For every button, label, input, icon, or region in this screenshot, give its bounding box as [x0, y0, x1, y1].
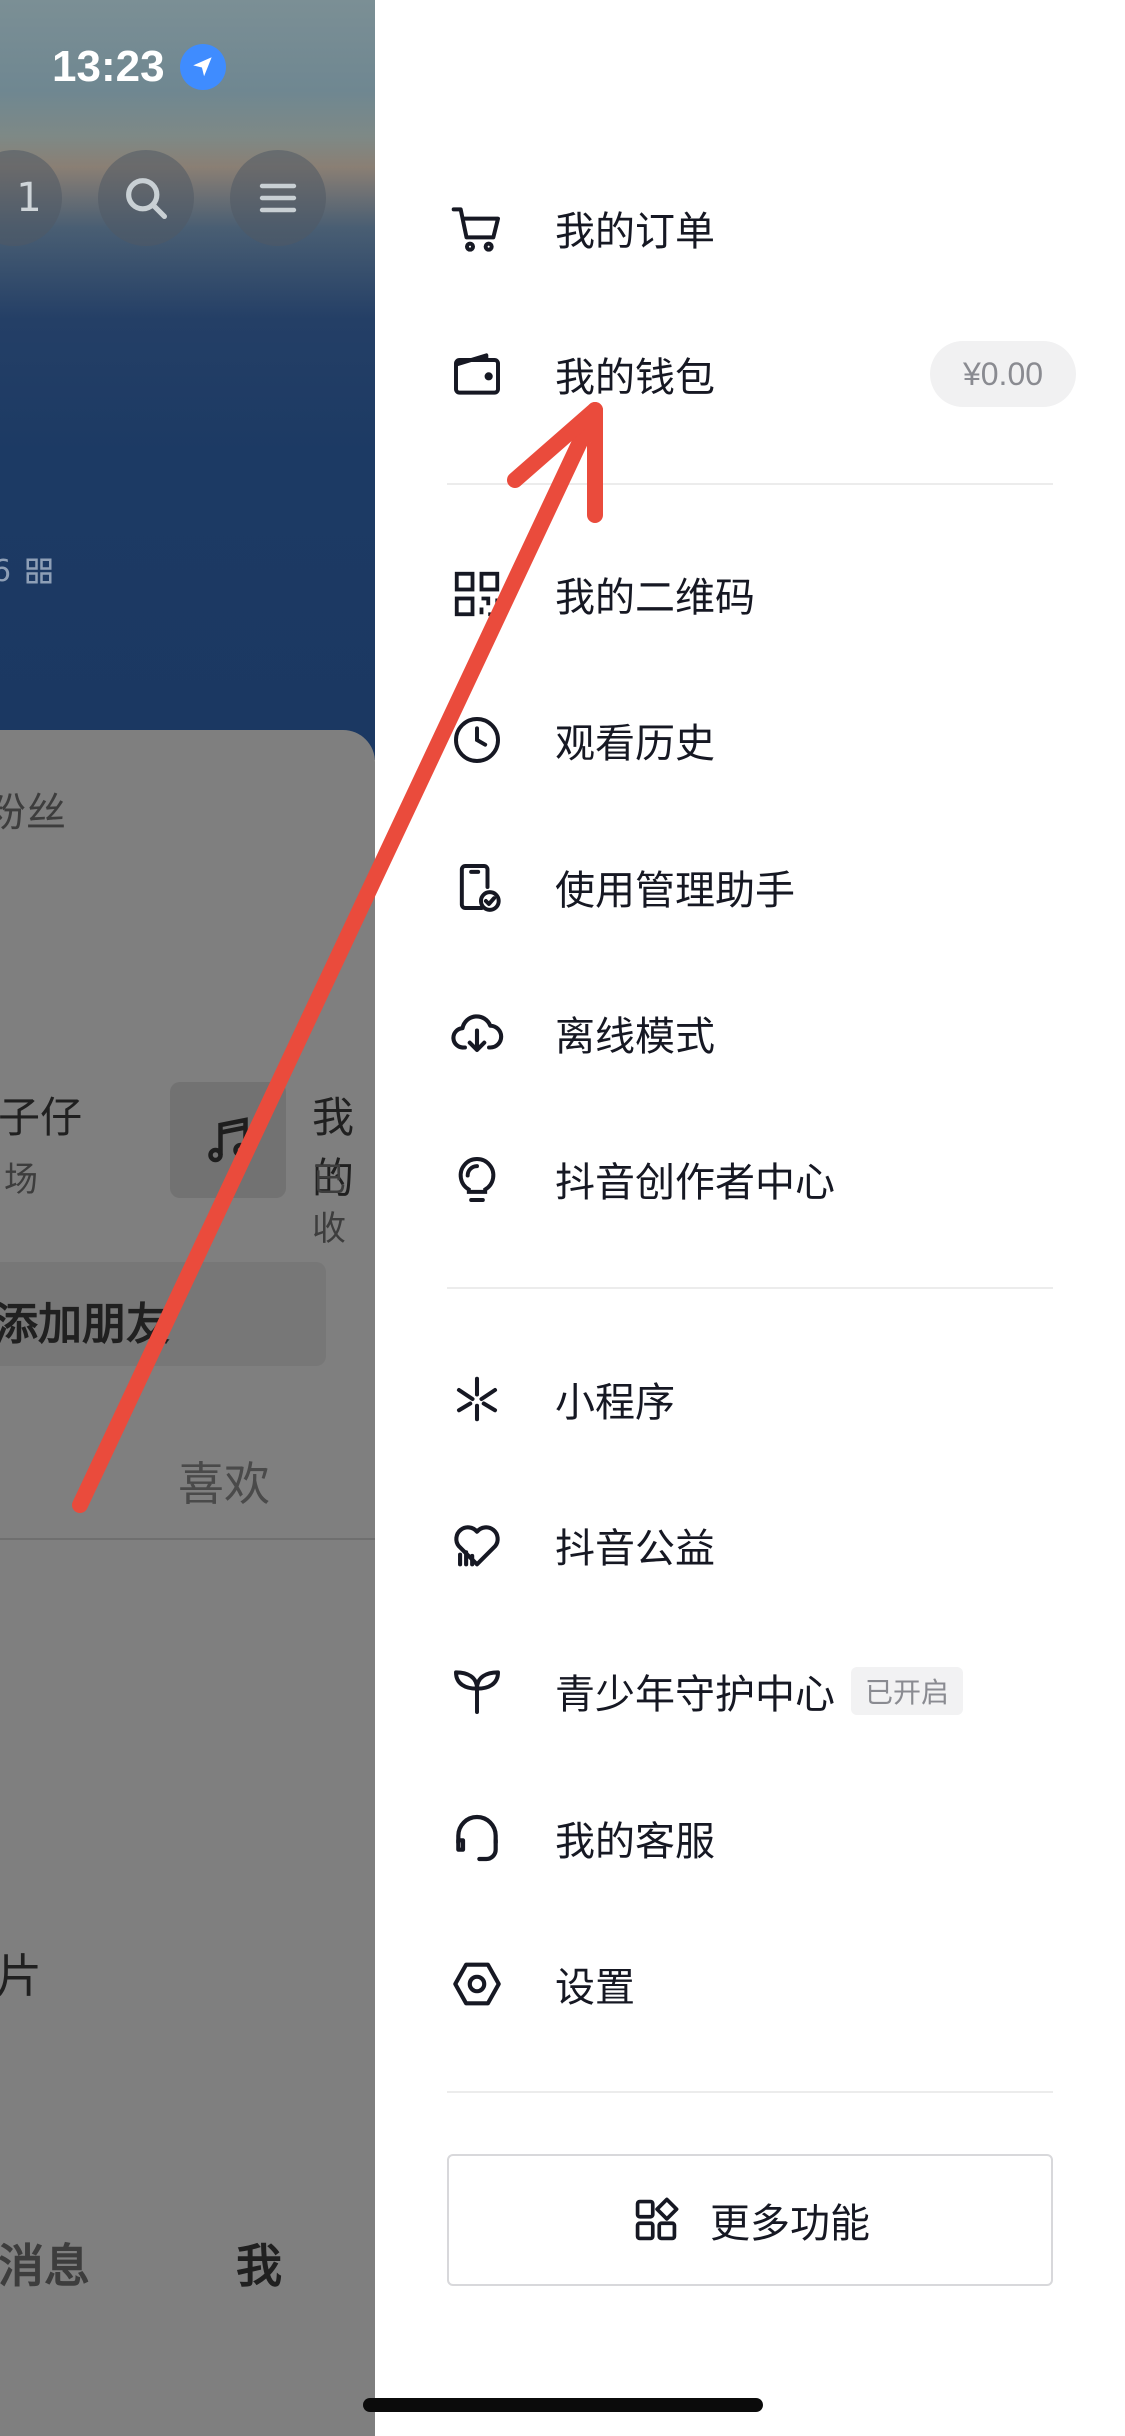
fans-label: 粉丝 [0, 790, 66, 836]
location-icon [180, 44, 226, 90]
heart-charity-icon [447, 1515, 507, 1575]
more-features-label: 更多功能 [710, 2201, 870, 2247]
menu-label: 我的订单 [555, 209, 715, 255]
clock-icon [447, 710, 507, 770]
mini-program-icon [447, 1369, 507, 1429]
menu-item-usage-manager[interactable]: 使用管理助手 [447, 839, 1077, 935]
profile-header-bg [0, 0, 375, 760]
menu-label: 抖音公益 [555, 1526, 715, 1572]
cloud-download-icon [447, 1003, 507, 1063]
qrcode-icon [447, 564, 507, 624]
nav-messages[interactable]: 消息 [0, 2230, 90, 2296]
menu-button[interactable] [230, 150, 326, 246]
menu-label: 抖音创作者中心 [555, 1160, 835, 1206]
divider [447, 483, 1053, 485]
menu-label: 青少年守护中心 [555, 1672, 835, 1718]
menu-item-qrcode[interactable]: 我的二维码 [447, 546, 1077, 642]
add-friend-label: 添加朋友 [0, 1299, 170, 1350]
menu-label: 小程序 [555, 1380, 675, 1426]
qr-small-icon [26, 558, 52, 584]
photos-fragment: 片 [0, 1949, 42, 2003]
home-indicator [363, 2398, 763, 2412]
tab-divider [0, 1538, 375, 1540]
tab-likes[interactable]: 喜欢 [178, 1448, 270, 1514]
menu-label: 观看历史 [555, 721, 715, 767]
sprout-icon [447, 1661, 507, 1721]
wallet-balance-badge: ¥0.00 [930, 341, 1076, 407]
menu-item-offline-mode[interactable]: 离线模式 [447, 985, 1077, 1081]
hexagon-settings-icon [447, 1954, 507, 2014]
lightbulb-icon [447, 1149, 507, 1209]
youth-mode-status-badge: 已开启 [851, 1667, 964, 1715]
user-sub-fragment: 场 [4, 1160, 38, 1200]
menu-item-youth-guardian[interactable]: 青少年守护中心 已开启 [447, 1643, 1077, 1739]
visitor-count: 1 [16, 175, 42, 221]
nav-me[interactable]: 我 [236, 2230, 282, 2296]
search-icon [126, 178, 168, 220]
menu-item-history[interactable]: 观看历史 [447, 692, 1077, 788]
profile-background: 13:23 1 6 粉丝 子仔 场 我的 已收 添加朋友 喜欢 片 消息 我 [0, 0, 375, 2436]
menu-item-mini-programs[interactable]: 小程序 [447, 1351, 1077, 1447]
profile-id-fragment: 6 [0, 554, 12, 589]
menu-label: 使用管理助手 [555, 868, 795, 914]
menu-item-charity[interactable]: 抖音公益 [447, 1497, 1077, 1593]
menu-label: 设置 [555, 1965, 635, 2011]
divider [447, 2091, 1053, 2093]
more-features-button[interactable]: 更多功能 [447, 2154, 1053, 2286]
user-name-fragment: 子仔 [0, 1093, 83, 1142]
add-friend-button[interactable]: 添加朋友 [0, 1262, 326, 1366]
menu-item-orders[interactable]: 我的订单 [447, 180, 1077, 276]
music-collection-tile[interactable] [170, 1082, 286, 1198]
menu-label: 我的二维码 [555, 575, 755, 621]
grid-apps-icon [635, 2197, 679, 2241]
wallet-icon [447, 344, 507, 404]
side-drawer-menu: 我的订单 我的钱包 ¥0.00 我的二维码 观看历史 使用管理助手 离线模式 抖… [375, 0, 1125, 2436]
music-sub-fragment: 已收 [312, 1160, 346, 1249]
cart-icon [447, 198, 507, 258]
status-time: 13:23 [52, 42, 165, 91]
phone-check-icon [447, 857, 507, 917]
menu-label: 离线模式 [555, 1014, 715, 1060]
search-button[interactable] [98, 150, 194, 246]
headset-icon [447, 1808, 507, 1868]
music-note-icon [208, 1117, 248, 1163]
menu-label: 我的客服 [555, 1819, 715, 1865]
menu-label: 我的钱包 [555, 355, 715, 401]
hamburger-icon [259, 183, 297, 213]
menu-item-creator-center[interactable]: 抖音创作者中心 [447, 1131, 1077, 1227]
profile-content-panel [0, 730, 375, 2436]
menu-item-customer-service[interactable]: 我的客服 [447, 1790, 1077, 1886]
divider [447, 1287, 1053, 1289]
menu-item-settings[interactable]: 设置 [447, 1936, 1077, 2032]
